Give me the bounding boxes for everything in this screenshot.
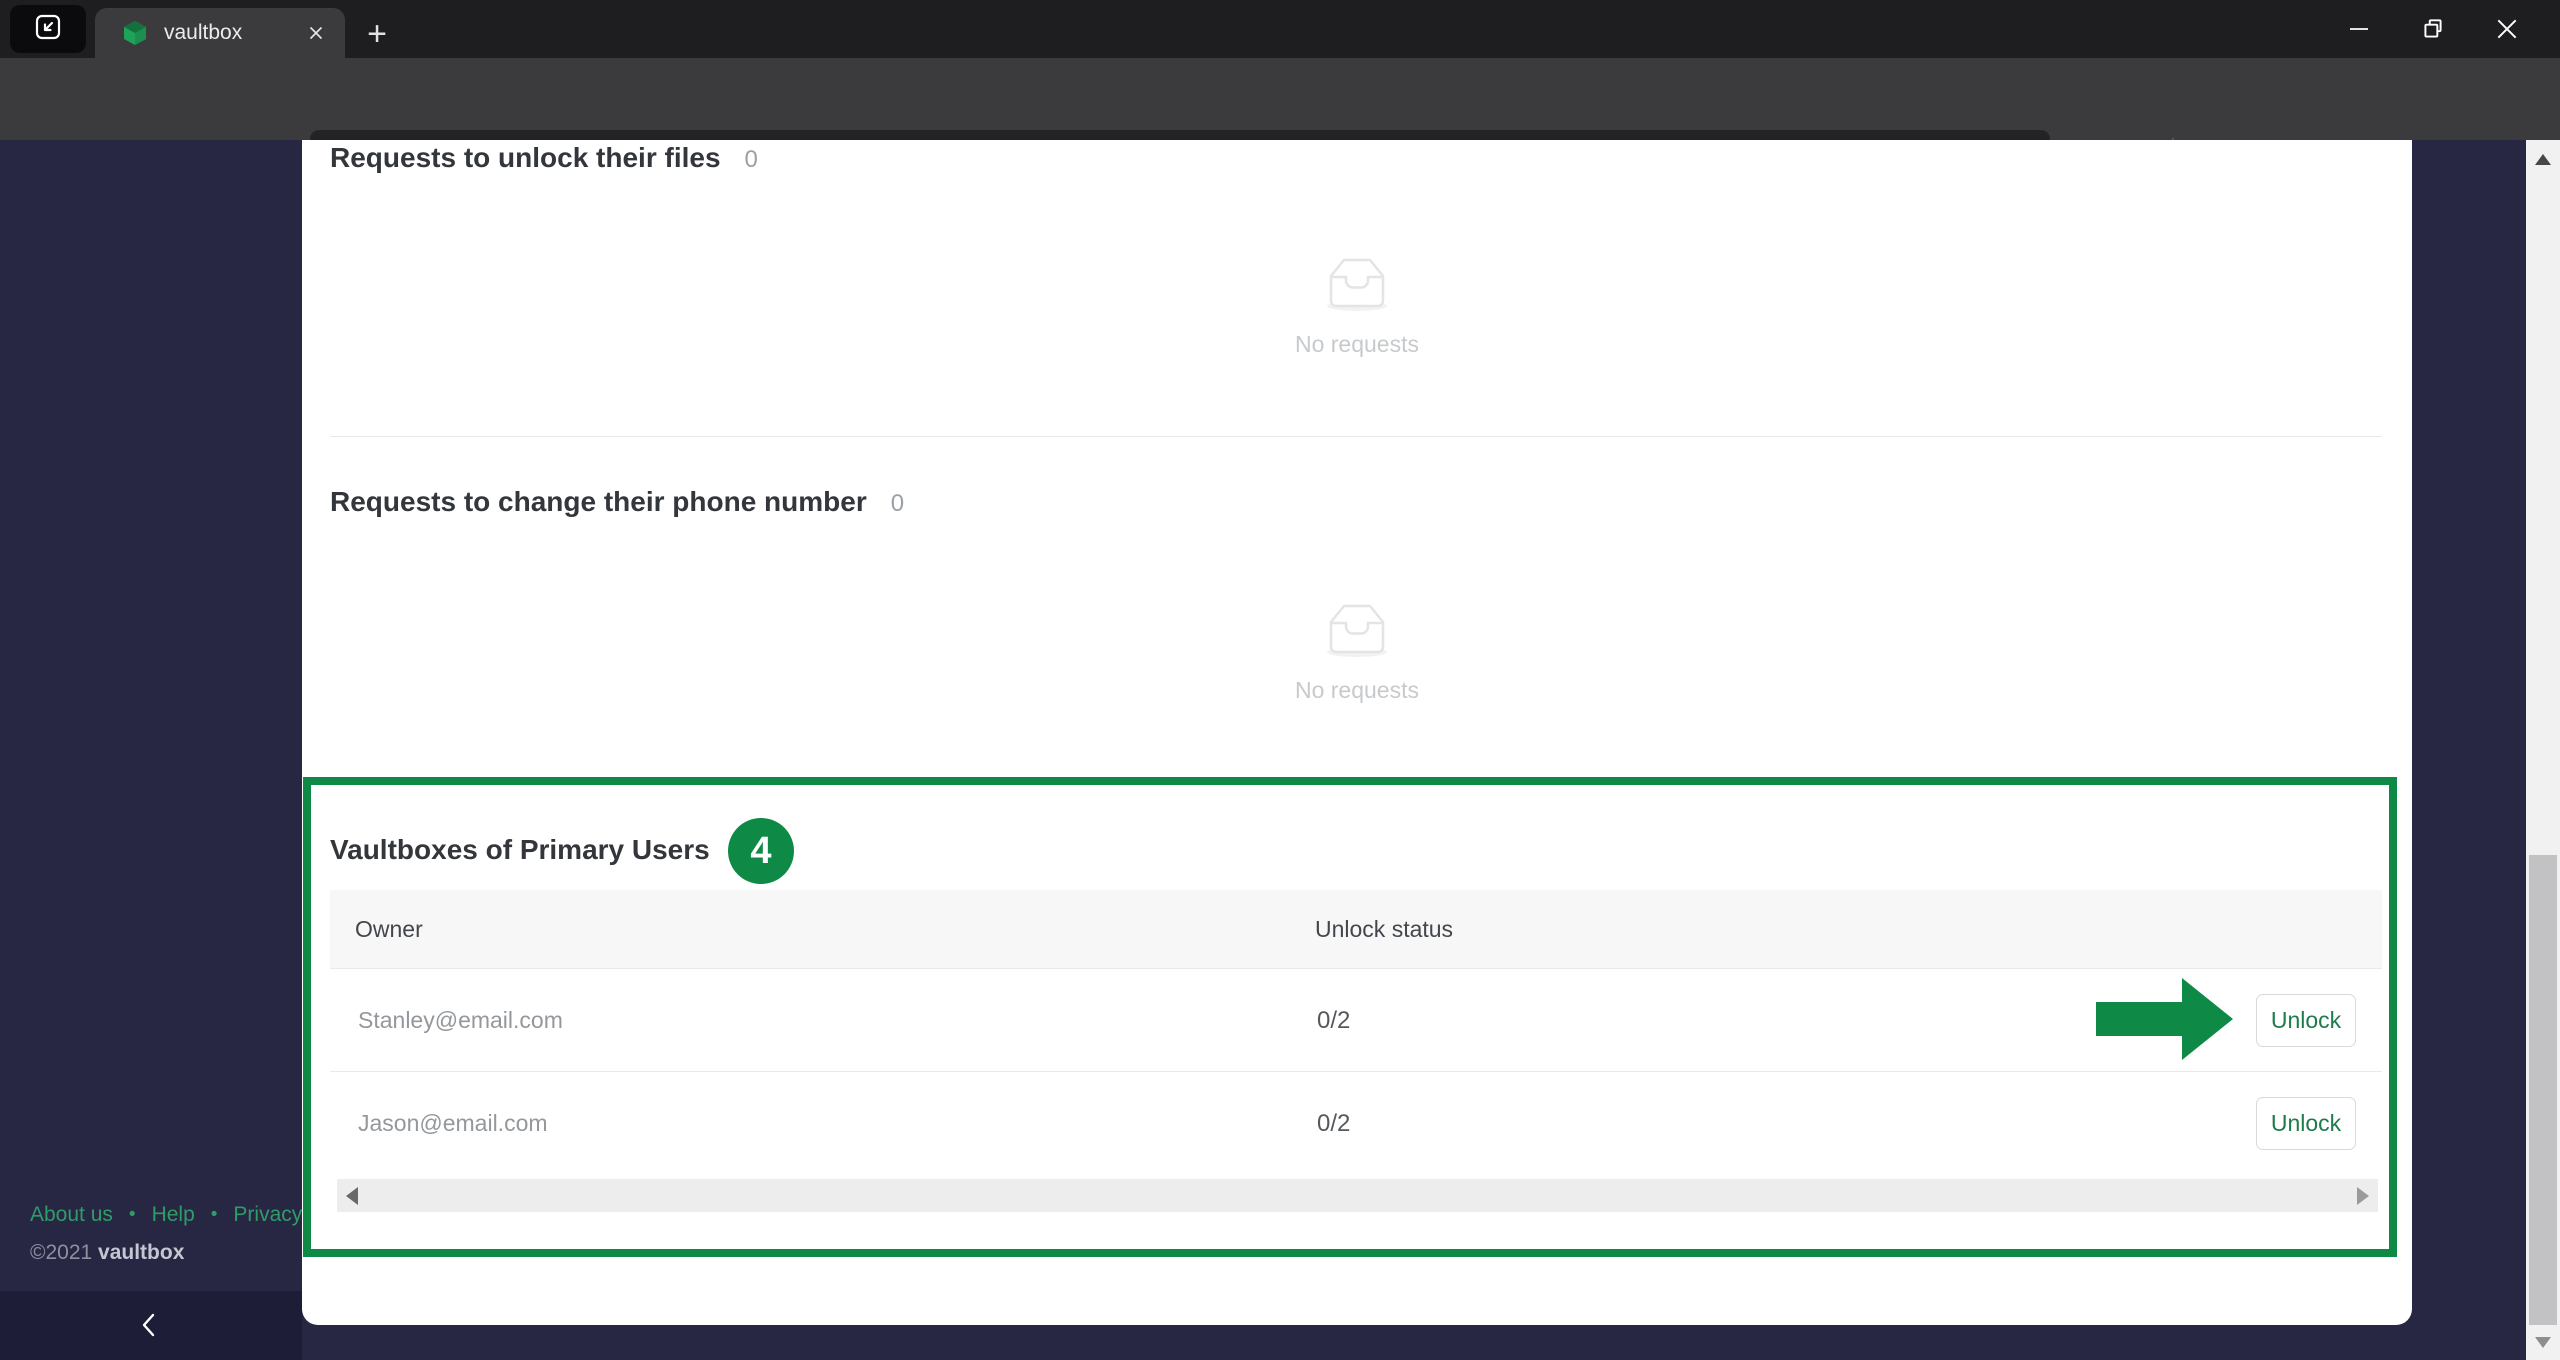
- minimize-button[interactable]: [2322, 0, 2396, 58]
- scroll-left-icon[interactable]: [346, 1187, 358, 1205]
- section-unlock-files-heading: Requests to unlock their files 0: [330, 142, 758, 174]
- annotation-arrow-icon: [2096, 976, 2233, 1062]
- section-title: Requests to change their phone number: [330, 486, 867, 517]
- sidebar-bottom-bar: [0, 1291, 302, 1360]
- unlock-button[interactable]: Unlock: [2256, 994, 2356, 1047]
- footer-separator: •: [210, 1204, 218, 1225]
- content-card: Requests to unlock their files 0 No requ…: [302, 140, 2412, 1325]
- empty-tray-icon: [1317, 258, 1397, 320]
- tab-close-icon[interactable]: [303, 20, 329, 46]
- footer-links: About us • Help • Privacy: [30, 1203, 302, 1227]
- restore-button[interactable]: [2396, 0, 2470, 58]
- empty-state-text: No requests: [1294, 677, 1419, 703]
- table-row: Stanley@email.com 0/2 Unlock: [330, 968, 2382, 1072]
- step-annotation-badge: 4: [728, 818, 794, 884]
- footer-link-about[interactable]: About us: [30, 1203, 113, 1227]
- unlock-button[interactable]: Unlock: [2256, 1097, 2356, 1150]
- footer-separator: •: [128, 1204, 136, 1225]
- browser-tab-vaultbox[interactable]: vaultbox: [95, 8, 345, 58]
- tab-bar: vaultbox +: [0, 0, 2560, 58]
- vaultboxes-highlight-box: Vaultboxes of Primary Users 2 4 Owner Un…: [303, 777, 2397, 1257]
- copyright-text: ©2021 vaultbox: [30, 1241, 184, 1265]
- scroll-down-icon[interactable]: [2535, 1337, 2551, 1348]
- vaultbox-favicon-icon: [121, 19, 149, 47]
- workspaces-icon: [33, 12, 63, 47]
- app-page: Requests to unlock their files 0 No requ…: [0, 140, 2526, 1360]
- section-count: 0: [890, 490, 905, 517]
- footer-link-help[interactable]: Help: [152, 1203, 195, 1227]
- footer-link-privacy[interactable]: Privacy: [233, 1203, 302, 1227]
- page-scrollbar[interactable]: [2526, 140, 2560, 1360]
- close-window-button[interactable]: [2470, 0, 2544, 58]
- copyright-year: ©2021: [30, 1241, 99, 1264]
- new-tab-button[interactable]: +: [356, 13, 398, 55]
- empty-state-unlock-files: No requests: [302, 250, 2412, 358]
- brand-name: vaultbox: [98, 1241, 185, 1264]
- section-title: Requests to unlock their files: [330, 142, 721, 173]
- table-header-row: Owner Unlock status: [330, 890, 2382, 968]
- browser-window: vaultbox + ← →: [0, 0, 2560, 1360]
- scroll-right-icon[interactable]: [2357, 1187, 2369, 1205]
- collapse-sidebar-button[interactable]: [129, 1305, 169, 1345]
- column-header-unlock-status: Unlock status: [1315, 916, 1454, 942]
- section-divider: [330, 436, 2382, 437]
- empty-state-phone-number: No requests: [302, 596, 2412, 704]
- section-vaultboxes-heading: Vaultboxes of Primary Users 2: [330, 834, 747, 866]
- empty-state-text: No requests: [1294, 331, 1419, 357]
- workspaces-button[interactable]: [10, 5, 86, 53]
- section-title: Vaultboxes of Primary Users: [330, 834, 710, 865]
- tab-title: vaultbox: [164, 21, 243, 44]
- window-controls: [2322, 0, 2544, 58]
- owner-email: Stanley@email.com: [358, 1007, 563, 1033]
- scrollbar-thumb[interactable]: [2529, 855, 2557, 1325]
- section-phone-number-heading: Requests to change their phone number 0: [330, 486, 904, 518]
- owner-email: Jason@email.com: [358, 1110, 548, 1136]
- unlock-status-value: 0/2: [1317, 1110, 1351, 1137]
- empty-tray-icon: [1317, 604, 1397, 666]
- scroll-up-icon[interactable]: [2535, 154, 2551, 165]
- table-row: Jason@email.com 0/2 Unlock: [330, 1071, 2382, 1176]
- unlock-status-value: 0/2: [1317, 1007, 1351, 1034]
- column-header-owner: Owner: [355, 916, 423, 942]
- browser-toolbar: ← → https://app.vaultbox.tech/deputy: [0, 58, 2560, 194]
- section-count: 0: [744, 146, 758, 173]
- table-horizontal-scrollbar[interactable]: [337, 1179, 2378, 1212]
